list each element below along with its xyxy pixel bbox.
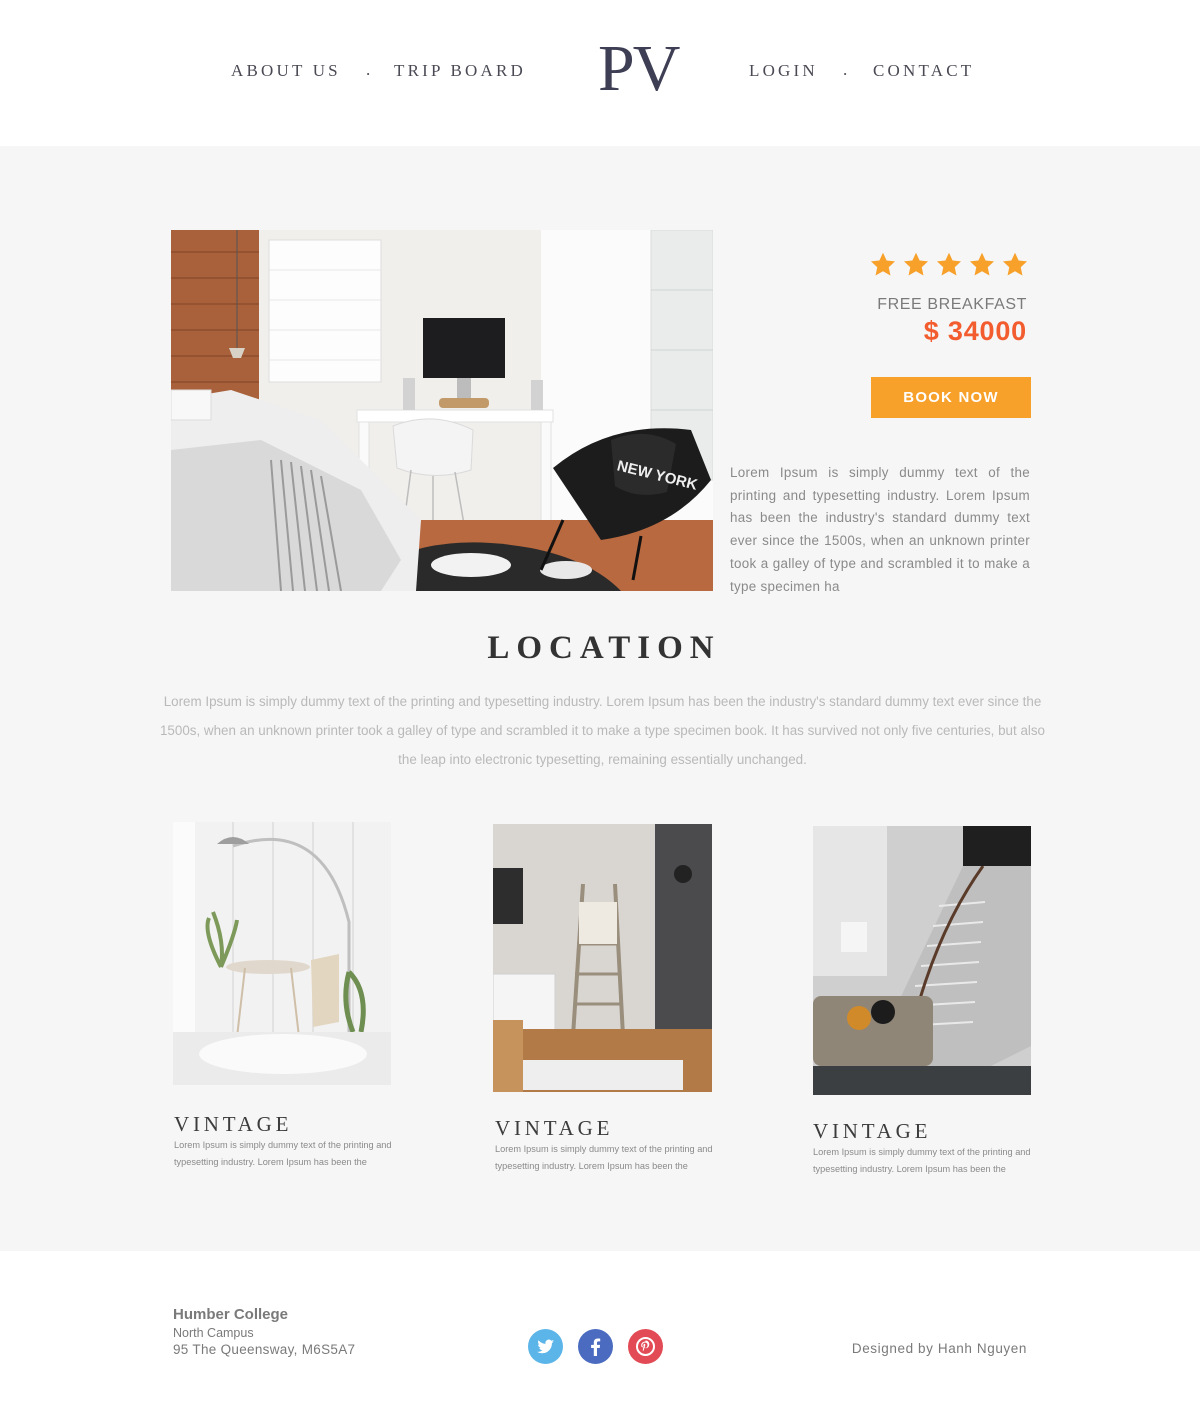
card-title: VINTAGE [174,1112,293,1136]
site-logo[interactable]: PV [598,34,680,104]
star-rating [869,251,1034,281]
nav-login[interactable]: LOGIN [749,61,818,81]
nav-trip-board[interactable]: TRIP BOARD [394,61,526,81]
star-icon [869,251,897,279]
site-footer: Humber College North Campus 95 The Queen… [0,1251,1200,1428]
nav-separator: . [366,60,371,79]
twitter-icon[interactable] [528,1329,563,1364]
main-content: NEW YORK FREE BREAKFAST $ 34000 BOOK NOW… [0,146,1200,1251]
location-heading: LOCATION [487,630,721,666]
card-title: VINTAGE [495,1116,614,1140]
card-photo[interactable] [493,824,712,1092]
nav-contact[interactable]: CONTACT [873,61,974,81]
address: 95 The Queensway, M6S5A7 [173,1342,356,1357]
nav-about-us[interactable]: ABOUT US [231,61,341,81]
campus-name: North Campus [173,1326,254,1340]
location-description: Lorem Ipsum is simply dummy text of the … [159,694,1046,767]
organization-name: Humber College [173,1306,289,1323]
site-header: ABOUT US . TRIP BOARD PV LOGIN . CONTACT [0,0,1200,146]
card-photo[interactable] [813,826,1031,1095]
facebook-icon[interactable] [578,1329,613,1364]
star-icon [1001,251,1029,279]
card-title: VINTAGE [813,1119,932,1143]
amenity-label: FREE BREAKFAST [877,296,1027,313]
book-now-button[interactable]: BOOK NOW [871,377,1031,418]
card-text: Lorem Ipsum is simply dummy text of the … [495,1144,713,1171]
nav-separator: . [843,60,848,79]
pinterest-icon[interactable] [628,1329,663,1364]
price-label: $ 34000 [923,316,1027,346]
star-icon [968,251,996,279]
card-text: Lorem Ipsum is simply dummy text of the … [174,1140,392,1167]
card-text: Lorem Ipsum is simply dummy text of the … [813,1147,1031,1174]
room-photo: NEW YORK [171,230,713,591]
card-photo[interactable] [173,822,391,1085]
room-description: Lorem Ipsum is simply dummy text of the … [730,465,1030,594]
star-icon [902,251,930,279]
designer-credit: Designed by Hanh Nguyen [851,1341,1027,1356]
star-icon [935,251,963,279]
